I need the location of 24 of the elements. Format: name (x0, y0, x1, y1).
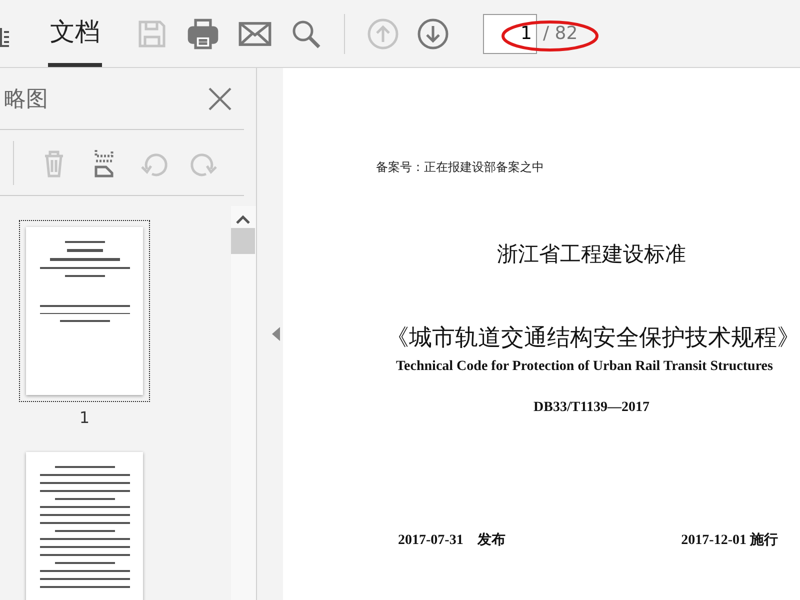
page-number-label: 1 (79, 408, 90, 427)
close-button[interactable] (206, 84, 234, 112)
print-button[interactable] (186, 16, 220, 50)
english-title: Technical Code for Protection of Urban Rail Transit Structures (395, 359, 774, 375)
arrow-up-icon (367, 18, 399, 50)
standard-heading: 浙江省工程建设标准 (496, 241, 687, 268)
chevron-up-icon (236, 214, 250, 224)
close-icon (206, 84, 234, 112)
standard-code: DB33/T1139—2017 (532, 400, 650, 416)
print-icon (186, 16, 220, 50)
sidebar-title: 略图 (4, 86, 48, 114)
list-icon (0, 26, 10, 48)
page-total: / 82 (543, 23, 578, 44)
issue-date: 2017-07-31 发布 (398, 532, 506, 549)
page-down-button[interactable] (417, 18, 449, 50)
record-number: 备案号：正在报建设部备案之中 (376, 159, 545, 176)
scrollbar-thumb[interactable] (231, 228, 256, 254)
thumbnail-frame[interactable] (19, 220, 150, 402)
scrollbar[interactable] (230, 206, 256, 600)
effective-date: 2017-12-01 施行 (681, 531, 778, 549)
tab[interactable]: 文档 (48, 0, 102, 67)
collapse-arrow-icon[interactable] (272, 327, 280, 341)
document-title: 《城市轨道交通结构安全保护技术规程》 (385, 324, 800, 352)
arrow-down-icon (417, 18, 449, 50)
